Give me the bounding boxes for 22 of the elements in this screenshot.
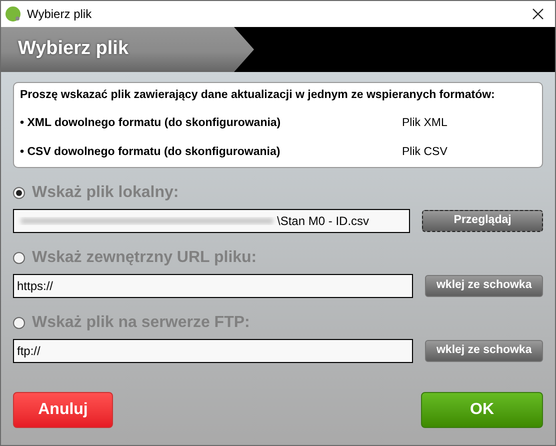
header-title: Wybierz plik [18,37,129,62]
source-radio[interactable]: Wskaż zewnętrzny URL pliku: [13,244,543,271]
format-name: • CSV dowolnego formatu (do skonfigurowania) [20,144,282,160]
path-field[interactable]: \Stan M0 - ID.csv [13,208,410,233]
path-field[interactable]: https:// [13,274,414,298]
format-type: Plik XML [402,116,448,132]
app-logo-icon [5,6,21,22]
path-field[interactable]: ftp:// [13,338,414,363]
browse-button[interactable]: Przeglądaj [422,210,543,232]
paste-button[interactable]: wklej ze schowka [425,340,543,362]
ok-button[interactable]: OK [421,392,543,428]
window-title: Wybierz plik [27,6,93,23]
cancel-button[interactable]: Anuluj [13,392,113,428]
radio-icon [13,186,25,199]
radio-icon [13,252,25,264]
format-type: Plik CSV [402,144,448,160]
radio-icon [13,316,25,329]
close-icon [532,8,544,20]
source-radio[interactable]: Wskaż plik lokalny: [13,180,543,206]
format-name: • XML dowolnego formatu (do skonfigurowania) [20,116,282,132]
paste-button[interactable]: wklej ze schowka [425,274,543,297]
info-text: Proszę wskazać plik zawierający dane aktualizacji w jednym ze wspieranych formatów: [20,88,496,103]
